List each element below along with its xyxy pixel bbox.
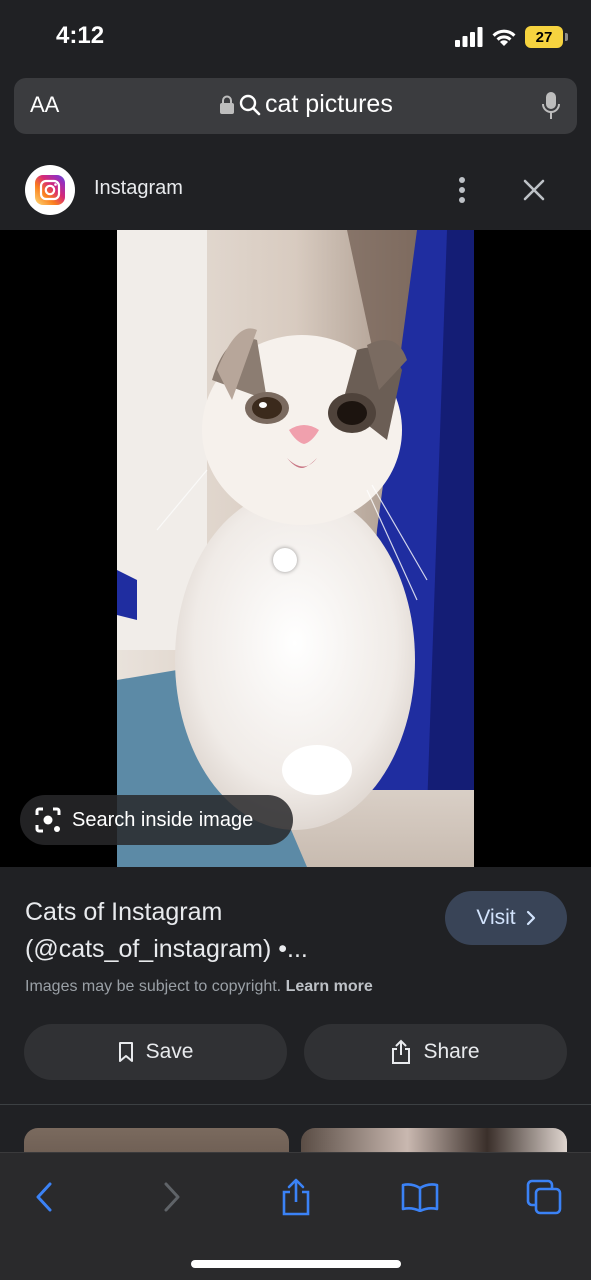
- more-options-icon[interactable]: [452, 176, 472, 204]
- share-page-button[interactable]: [276, 1177, 316, 1217]
- visit-label: Visit: [476, 906, 516, 929]
- bookmarks-button[interactable]: [400, 1177, 440, 1217]
- share-button[interactable]: Share: [304, 1024, 567, 1080]
- share-label: Share: [423, 1040, 480, 1063]
- forward-button[interactable]: [152, 1177, 192, 1217]
- signal-icon: [455, 27, 483, 47]
- chevron-right-icon: [526, 910, 535, 926]
- result-title[interactable]: Cats of Instagram (@cats_of_instagram) •…: [25, 894, 425, 968]
- focus-point[interactable]: [273, 548, 297, 572]
- bookmark-icon: [118, 1042, 133, 1062]
- wifi-icon: [492, 29, 516, 46]
- url-text: cat pictures: [265, 90, 393, 118]
- copyright-notice: Images may be subject to copyright. Lear…: [25, 978, 373, 996]
- forward-icon: [164, 1182, 180, 1212]
- divider: [0, 1104, 591, 1105]
- url-field[interactable]: cat pictures: [219, 90, 393, 119]
- back-icon: [36, 1182, 52, 1212]
- site-header: Instagram: [0, 150, 591, 230]
- cat-photo[interactable]: [117, 230, 474, 867]
- address-bar[interactable]: AA cat pictures: [14, 78, 577, 134]
- learn-more-link[interactable]: Learn more: [286, 978, 373, 995]
- microphone-icon[interactable]: [541, 91, 561, 121]
- tabs-icon: [526, 1179, 562, 1215]
- visit-button[interactable]: Visit: [445, 891, 567, 945]
- image-viewer[interactable]: Search inside image: [0, 230, 591, 867]
- result-title-line2: (@cats_of_instagram) •...: [25, 935, 308, 963]
- back-button[interactable]: [24, 1177, 64, 1217]
- search-inside-label: Search inside image: [72, 808, 254, 831]
- close-icon[interactable]: [522, 178, 546, 202]
- search-inside-image-button[interactable]: Search inside image: [20, 795, 293, 845]
- save-label: Save: [145, 1040, 194, 1063]
- share-icon: [282, 1178, 310, 1216]
- site-name[interactable]: Instagram: [94, 177, 183, 200]
- save-button[interactable]: Save: [24, 1024, 287, 1080]
- instagram-logo-icon: [25, 165, 75, 215]
- lock-icon: [220, 95, 234, 114]
- lens-icon: [35, 807, 61, 833]
- status-time: 4:12: [56, 22, 105, 49]
- battery-level: 27: [535, 28, 553, 46]
- status-bar: 4:12 27: [0, 0, 591, 70]
- copyright-text: Images may be subject to copyright.: [25, 978, 282, 995]
- result-title-line1: Cats of Instagram: [25, 898, 223, 926]
- text-size-button[interactable]: AA: [30, 92, 59, 118]
- status-icons: 27: [455, 26, 568, 48]
- search-icon: [239, 94, 261, 115]
- share-icon: [392, 1039, 411, 1064]
- bookmarks-icon: [401, 1183, 439, 1212]
- battery-icon: 27: [525, 26, 568, 48]
- tabs-button[interactable]: [524, 1177, 564, 1217]
- home-indicator[interactable]: [191, 1260, 401, 1268]
